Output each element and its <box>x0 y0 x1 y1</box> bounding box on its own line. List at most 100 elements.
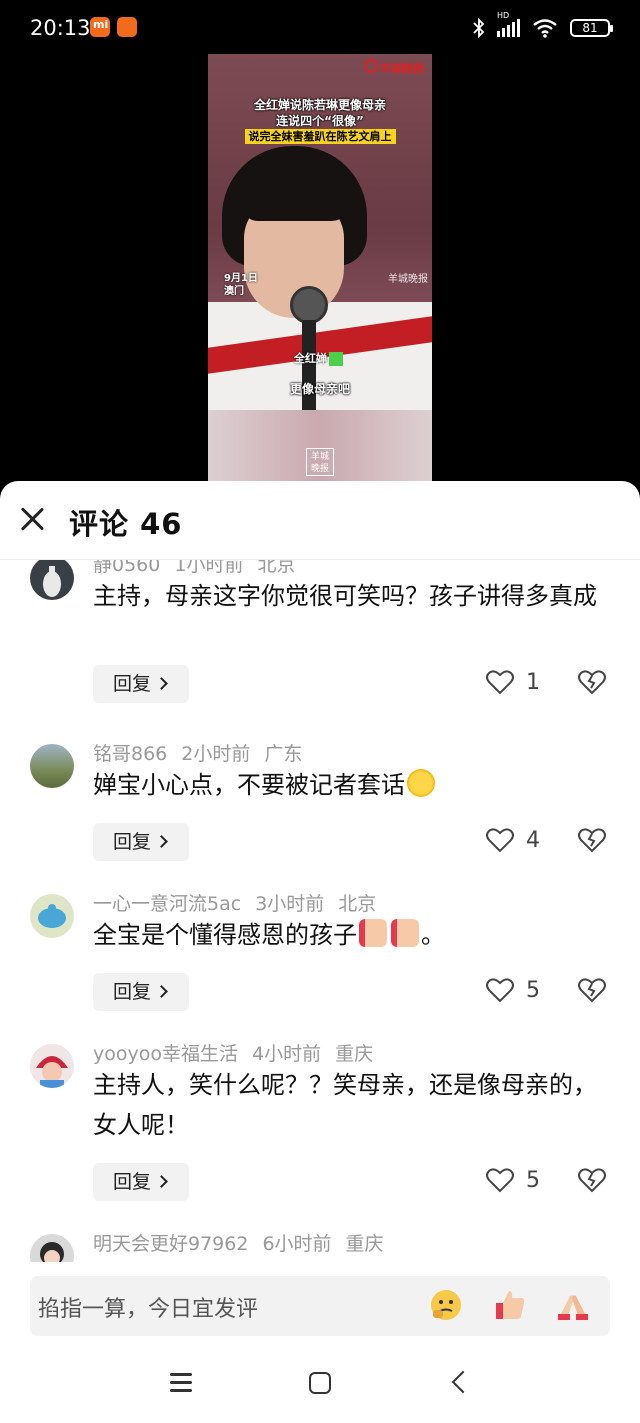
comment-text: 主持，母亲这字你觉很可笑吗？孩子讲得多真成 <box>93 582 597 610</box>
reply-button[interactable]: 回复 <box>93 665 189 703</box>
comment-meta: 明天会更好97962 6小时前 重庆 <box>93 1229 398 1256</box>
xiaomi-app-icon <box>90 17 110 37</box>
like-count: 4 <box>526 827 540 853</box>
avatar[interactable] <box>30 894 74 938</box>
comment-text-suffix: 。 <box>421 921 445 949</box>
comment-username[interactable]: 明天会更好97962 <box>93 1233 248 1255</box>
comment-text-body: 婵宝小心点，不要被记者套话 <box>93 771 405 799</box>
avatar[interactable] <box>30 744 74 788</box>
video-name-tag-text: 全红婵 <box>294 352 327 365</box>
avatar[interactable] <box>30 560 74 600</box>
like-count: 5 <box>526 1167 540 1193</box>
reply-label: 回复 <box>113 831 152 853</box>
video-caption-line2: 连说四个“很像” <box>276 114 364 128</box>
comment-location: 北京 <box>338 893 377 915</box>
chevron-right-icon <box>155 677 168 690</box>
comment-time: 4小时前 <box>252 1043 322 1065</box>
news-logo-icon <box>364 59 378 73</box>
chevron-right-icon <box>155 1175 168 1188</box>
comment-text: 婵宝小心点，不要被记者套话 <box>93 765 613 805</box>
reply-label: 回复 <box>113 981 152 1003</box>
like-button[interactable]: 5 <box>486 1167 540 1193</box>
battery-indicator: 81 <box>570 19 613 37</box>
microphone-image <box>290 286 328 324</box>
comment-username[interactable]: 一心一意河流5ac <box>93 893 241 915</box>
like-button[interactable]: 1 <box>486 669 540 695</box>
comment-location: 北京 <box>257 560 296 576</box>
video-watermark: 羊城晚报 <box>388 274 428 285</box>
dislike-button[interactable] <box>578 669 606 699</box>
heart-outline-icon <box>486 1168 514 1193</box>
comment-meta: 一心一意河流5ac 3小时前 北京 <box>93 889 390 916</box>
video-caption-line1: 全红婵说陈若琳更像母亲 <box>253 98 386 112</box>
wifi-icon <box>533 19 557 38</box>
reply-label: 回复 <box>113 673 152 695</box>
menu-icon[interactable] <box>170 1373 192 1393</box>
home-icon[interactable] <box>309 1372 331 1394</box>
system-nav-bar <box>0 1346 640 1423</box>
comment-time: 6小时前 <box>262 1233 332 1255</box>
comment-location: 重庆 <box>335 1043 374 1065</box>
video-name-tag: 全红婵 <box>294 350 343 366</box>
broken-heart-icon <box>578 978 606 1003</box>
comment-username[interactable]: 静0560 <box>93 560 160 576</box>
thumbs-up-emoji-icon <box>391 919 419 947</box>
comment-sheet: 评论 46 静0560 1小时前 北京 主持，母亲这字你觉很可笑吗？孩子讲得多真成 … <box>0 481 640 1423</box>
comment-time: 3小时前 <box>255 893 325 915</box>
status-icons: HD 81 <box>473 11 613 38</box>
comment-username[interactable]: yooyoo幸福生活 <box>93 1043 238 1065</box>
video-stamp-logo: 羊城晚报 <box>306 448 334 476</box>
like-count: 5 <box>526 977 540 1003</box>
comment-meta: 铭哥866 2小时前 广东 <box>93 739 316 766</box>
heart-outline-icon <box>486 828 514 853</box>
comment-text: 全宝是个懂得感恩的孩子 。 <box>93 915 613 955</box>
video-subtitle: 更像母亲吧 <box>289 382 350 396</box>
reply-button[interactable]: 回复 <box>93 823 189 861</box>
comment-meta: 静0560 1小时前 北京 <box>93 560 309 577</box>
bluetooth-icon <box>473 18 485 38</box>
comment-list[interactable]: 静0560 1小时前 北京 主持，母亲这字你觉很可笑吗？孩子讲得多真成 回复 1 铭… <box>0 560 640 1262</box>
video-caption-line3-text: 说完全妹害羞趴在陈艺文肩上 <box>244 129 396 144</box>
heart-outline-icon <box>486 670 514 695</box>
comment-text-body: 全宝是个懂得感恩的孩子 <box>93 921 357 949</box>
like-count: 1 <box>526 669 540 695</box>
like-button[interactable]: 5 <box>486 977 540 1003</box>
back-icon[interactable] <box>451 1370 475 1394</box>
dislike-button[interactable] <box>578 977 606 1007</box>
broken-heart-icon <box>578 670 606 695</box>
laughing-emoji-icon <box>407 769 435 797</box>
app-notification-icon <box>117 17 137 37</box>
avatar[interactable] <box>30 1234 74 1262</box>
reply-button[interactable]: 回复 <box>93 1163 189 1201</box>
reply-button[interactable]: 回复 <box>93 973 189 1011</box>
comment-sheet-header: 评论 46 <box>0 481 640 561</box>
dislike-button[interactable] <box>578 1167 606 1197</box>
status-time: 20:13 <box>30 16 91 40</box>
video-date-place: 9月1日 澳门 <box>224 272 258 298</box>
heart-outline-icon <box>486 978 514 1003</box>
comment-input[interactable]: 掐指一算，今日宜发评 <box>30 1276 610 1336</box>
like-button[interactable]: 4 <box>486 827 540 853</box>
dislike-button[interactable] <box>578 827 606 857</box>
reply-label: 回复 <box>113 1171 152 1193</box>
comment-time: 1小时前 <box>174 560 244 576</box>
comment-location: 重庆 <box>345 1233 384 1255</box>
broken-heart-icon <box>578 828 606 853</box>
video-player[interactable]: 羊城晚报 全红婵说陈若琳更像母亲 连说四个“很像” 说完全妹害羞趴在陈艺文肩上 … <box>208 54 432 482</box>
thumbs-up-emoji-icon[interactable] <box>492 1288 528 1324</box>
comment-input-placeholder: 掐指一算，今日宜发评 <box>38 1297 259 1322</box>
broken-heart-icon <box>578 1168 606 1193</box>
video-place: 澳门 <box>224 286 244 297</box>
comment-username[interactable]: 铭哥866 <box>93 743 167 765</box>
chevron-right-icon <box>155 835 168 848</box>
signal-icon: HD <box>497 11 520 37</box>
thinking-emoji-icon[interactable] <box>428 1288 464 1324</box>
video-source-logo: 羊城晚报 <box>380 62 424 75</box>
comment-location: 广东 <box>264 743 303 765</box>
chevron-right-icon <box>155 985 168 998</box>
avatar[interactable] <box>30 1044 74 1088</box>
thumbs-up-emoji-icon <box>359 919 387 947</box>
close-icon[interactable] <box>18 505 46 533</box>
comment-text: 主持人，笑什么呢？？笑母亲，还是像母亲的，女人呢！ <box>93 1071 597 1139</box>
clap-emoji-icon[interactable] <box>555 1288 591 1324</box>
